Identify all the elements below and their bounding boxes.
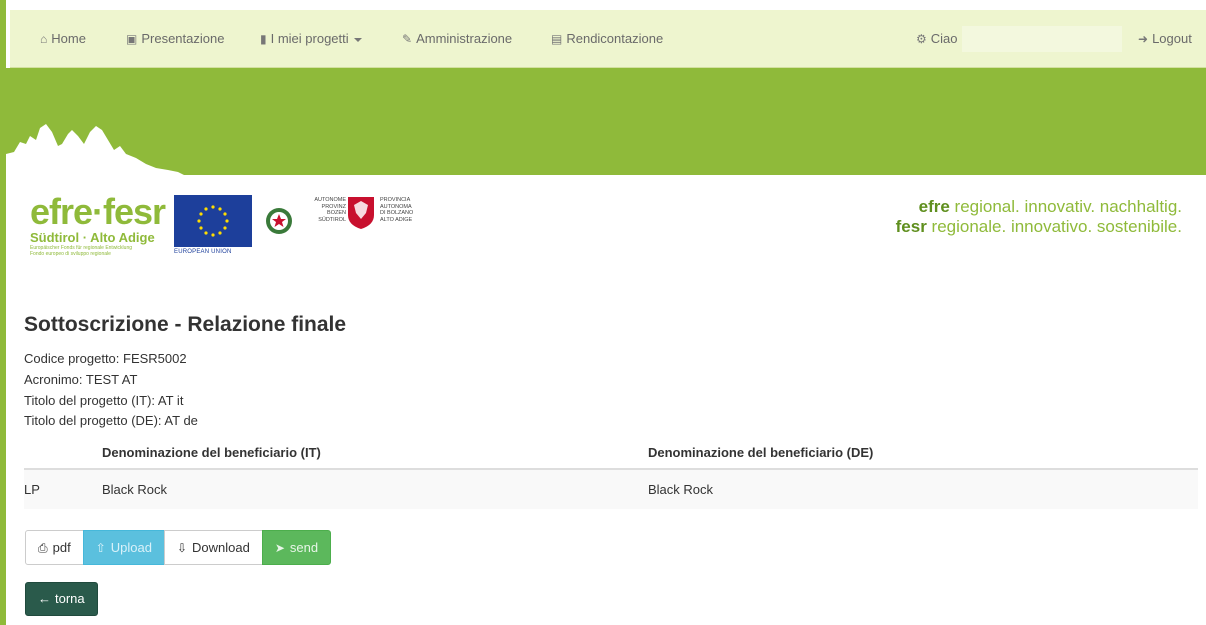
table-header-role bbox=[24, 436, 102, 470]
provinz-bozen-text: AUTONOME PROVINZ BOZEN SÜDTIROL bbox=[306, 197, 346, 223]
print-icon: ⎙ bbox=[38, 541, 48, 555]
back-button[interactable]: ← torna bbox=[25, 582, 98, 616]
titolo-progetto-de: Titolo del progetto (DE): AT de bbox=[24, 413, 198, 428]
nav-home-label: Home bbox=[51, 31, 86, 46]
send-button[interactable]: ➤ send bbox=[261, 530, 332, 565]
nav-home[interactable]: ⌂ Home bbox=[40, 10, 86, 68]
nav-presentazione[interactable]: ▣ Presentazione bbox=[126, 10, 224, 68]
nav-progetti-dropdown[interactable]: ▮ I miei progetti bbox=[260, 10, 362, 68]
efre-region: Südtirol · Alto Adige bbox=[30, 230, 155, 245]
briefcase-icon: ▣ bbox=[126, 32, 138, 46]
provincia-eagle-shield-icon bbox=[348, 197, 374, 229]
logout-icon: ➜ bbox=[1138, 32, 1149, 46]
table-cell-name-it: Black Rock bbox=[102, 468, 648, 509]
nav-user-name bbox=[962, 26, 1122, 52]
nav-amministrazione-label: Amministrazione bbox=[416, 31, 513, 46]
eu-flag-icon bbox=[174, 195, 252, 247]
table-header-row: Denominazione del beneficiario (IT) Deno… bbox=[24, 436, 1198, 470]
nav-amministrazione[interactable]: ✎ Amministrazione bbox=[402, 10, 512, 68]
nav-rendicontazione[interactable]: ▤ Rendicontazione bbox=[551, 10, 663, 68]
nav-rendicontazione-label: Rendicontazione bbox=[566, 31, 664, 46]
pdf-button[interactable]: ⎙ pdf bbox=[25, 530, 84, 565]
pdf-button-label: pdf bbox=[52, 540, 71, 555]
table-row: LP Black Rock Black Rock bbox=[24, 468, 1198, 509]
slogan-it-brand: fesr bbox=[895, 217, 927, 236]
codice-progetto: Codice progetto: FESR5002 bbox=[24, 351, 187, 366]
nav-presentazione-label: Presentazione bbox=[141, 31, 225, 46]
table-header-name-it: Denominazione del beneficiario (IT) bbox=[102, 436, 648, 470]
caret-down-icon bbox=[353, 37, 362, 42]
upload-icon: ⇧ bbox=[95, 541, 106, 555]
arrow-left-icon: ← bbox=[38, 591, 51, 606]
nav-progetti-label: I miei progetti bbox=[270, 31, 349, 46]
slogan: efre regional. innovativ. nachhaltig. fe… bbox=[896, 197, 1182, 237]
provincia-bolzano-text: PROVINCIA AUTONOMA DI BOLZANO ALTO ADIGE bbox=[380, 197, 420, 223]
action-button-group: ⎙ pdf ⇧ Upload ⇩ Download ➤ send bbox=[25, 530, 332, 565]
eu-caption: EUROPEAN UNION bbox=[174, 249, 232, 255]
home-icon: ⌂ bbox=[40, 32, 48, 46]
send-button-label: send bbox=[289, 540, 319, 555]
table-cell-name-de: Black Rock bbox=[648, 468, 1198, 509]
prov-left-line: SÜDTIROL bbox=[318, 216, 346, 223]
back-button-label: torna bbox=[55, 591, 85, 606]
acronimo: Acronimo: TEST AT bbox=[24, 372, 138, 387]
download-icon: ⇩ bbox=[176, 541, 188, 555]
slogan-de: efre regional. innovativ. nachhaltig. bbox=[896, 197, 1182, 217]
slogan-it: fesr regionale. innovativo. sostenibile. bbox=[896, 217, 1182, 237]
nav-logout[interactable]: ➜ Logout bbox=[1138, 10, 1192, 68]
download-button-label: Download bbox=[192, 540, 250, 555]
titolo-progetto-it: Titolo del progetto (IT): AT it bbox=[24, 393, 184, 408]
page-title: Sottoscrizione - Relazione finale bbox=[24, 313, 347, 336]
upload-button[interactable]: ⇧ Upload bbox=[82, 530, 165, 565]
nav-user-greeting[interactable]: ⚙ Ciao bbox=[916, 10, 958, 68]
send-icon: ➤ bbox=[274, 541, 285, 555]
upload-button-label: Upload bbox=[110, 540, 152, 555]
italian-republic-emblem-icon bbox=[266, 208, 292, 234]
efre-fund-it: Fondo europeo di sviluppo regionale bbox=[30, 251, 111, 257]
pencil-icon: ✎ bbox=[402, 32, 413, 46]
money-icon: ▤ bbox=[551, 32, 563, 46]
book-icon: ▮ bbox=[260, 32, 267, 46]
nav-logout-label: Logout bbox=[1152, 31, 1192, 46]
gear-icon: ⚙ bbox=[916, 32, 927, 46]
beneficiari-table: Denominazione del beneficiario (IT) Deno… bbox=[24, 436, 1198, 509]
slogan-it-text: regionale. innovativo. sostenibile. bbox=[926, 217, 1182, 236]
efre-fesr-logo: efre·fesr Südtirol · Alto Adige Europäis… bbox=[30, 191, 166, 258]
slogan-de-text: regional. innovativ. nachhaltig. bbox=[949, 197, 1182, 216]
efre-fesr-wordmark: efre·fesr bbox=[30, 191, 166, 232]
dolomites-mountains-graphic bbox=[6, 124, 184, 175]
download-button[interactable]: ⇩ Download bbox=[163, 530, 263, 565]
slogan-de-brand: efre bbox=[918, 197, 950, 216]
nav-ciao-label: Ciao bbox=[930, 31, 958, 46]
top-navbar: ⌂ Home ▣ Presentazione ▮ I miei progetti ✎ A… bbox=[10, 10, 1206, 68]
prov-right-line: ALTO ADIGE bbox=[380, 216, 413, 223]
header-banner bbox=[6, 68, 1206, 175]
partner-logos-strip: efre·fesr Südtirol · Alto Adige Europäis… bbox=[6, 175, 1206, 285]
table-header-name-de: Denominazione del beneficiario (DE) bbox=[648, 436, 1198, 470]
table-cell-role: LP bbox=[24, 468, 102, 509]
